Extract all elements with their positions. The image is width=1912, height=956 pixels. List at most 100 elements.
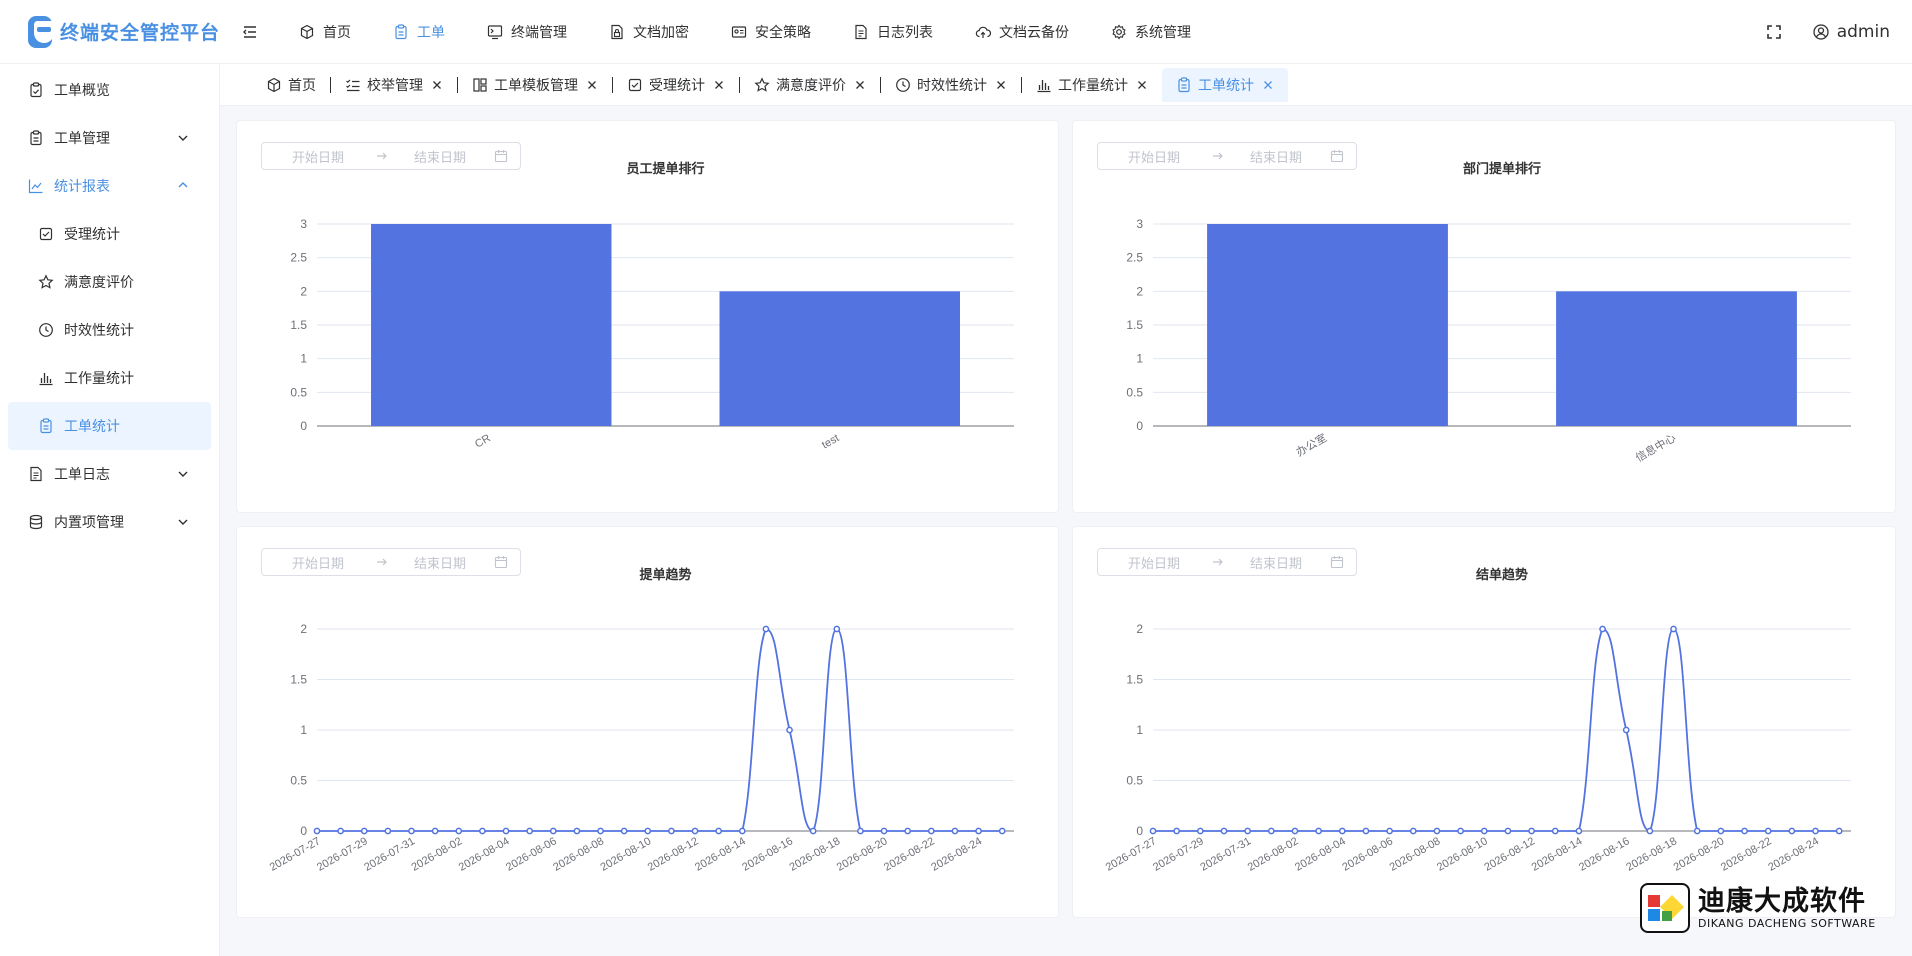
- data-point[interactable]: [1362, 827, 1370, 835]
- data-point[interactable]: [644, 827, 652, 835]
- chevron-down-icon[interactable]: [177, 516, 189, 528]
- topnav-item-3[interactable]: 文档加密: [588, 0, 710, 64]
- menu-collapse-button[interactable]: [230, 12, 270, 52]
- fullscreen-button[interactable]: [1766, 25, 1781, 39]
- chevron-up-icon[interactable]: [177, 180, 189, 192]
- data-point[interactable]: [479, 827, 486, 835]
- data-point[interactable]: [597, 827, 604, 835]
- chevron-down-icon[interactable]: [177, 132, 189, 144]
- close-tab-button[interactable]: [995, 79, 1007, 91]
- data-point[interactable]: [1575, 827, 1583, 835]
- data-point[interactable]: [1244, 827, 1251, 835]
- data-point[interactable]: [1291, 827, 1299, 835]
- bar[interactable]: [1556, 291, 1797, 426]
- data-point[interactable]: [1646, 827, 1654, 835]
- sidebar-item[interactable]: 工单统计: [8, 402, 211, 450]
- data-point[interactable]: [809, 827, 817, 835]
- data-point[interactable]: [1835, 827, 1843, 835]
- sidebar-item[interactable]: 工作量统计: [8, 354, 211, 402]
- data-point[interactable]: [738, 827, 746, 835]
- tab-0[interactable]: 首页: [252, 68, 330, 102]
- data-point[interactable]: [1551, 827, 1559, 835]
- topnav-item-5[interactable]: 日志列表: [832, 0, 954, 64]
- data-point[interactable]: [1504, 827, 1512, 835]
- data-point[interactable]: [337, 827, 344, 835]
- bar[interactable]: [371, 224, 612, 426]
- topnav-item-1[interactable]: 工单: [372, 0, 466, 64]
- bar[interactable]: [1207, 224, 1448, 426]
- close-tab-button[interactable]: [431, 79, 443, 91]
- data-point[interactable]: [1433, 827, 1441, 835]
- data-point[interactable]: [1599, 625, 1606, 633]
- data-point[interactable]: [384, 827, 392, 835]
- data-point[interactable]: [1338, 827, 1346, 835]
- tab-3[interactable]: 受理统计: [613, 68, 739, 102]
- data-point[interactable]: [573, 827, 581, 835]
- data-point[interactable]: [1670, 625, 1677, 633]
- data-point[interactable]: [408, 827, 415, 835]
- sidebar-item[interactable]: 工单日志: [8, 450, 211, 498]
- close-tab-button[interactable]: [1136, 79, 1148, 91]
- topnav-item-0[interactable]: 首页: [278, 0, 372, 64]
- data-point[interactable]: [313, 827, 321, 835]
- data-point[interactable]: [904, 827, 912, 835]
- sidebar-item[interactable]: 工单概览: [8, 66, 211, 114]
- data-point[interactable]: [833, 625, 841, 633]
- data-point[interactable]: [455, 827, 463, 835]
- sidebar-item[interactable]: 满意度评价: [8, 258, 211, 306]
- data-point[interactable]: [857, 827, 864, 835]
- data-point[interactable]: [431, 827, 439, 835]
- data-point[interactable]: [620, 827, 628, 835]
- data-point[interactable]: [927, 827, 935, 835]
- chevron-down-icon[interactable]: [177, 468, 189, 480]
- data-point[interactable]: [1812, 827, 1819, 835]
- tab-7[interactable]: 工单统计: [1162, 67, 1288, 102]
- app-logo[interactable]: 终端安全管控平台: [0, 15, 220, 48]
- data-point[interactable]: [1267, 827, 1275, 835]
- sidebar-item[interactable]: 内置项管理: [8, 498, 211, 546]
- data-point[interactable]: [951, 827, 959, 835]
- sidebar-item[interactable]: 工单管理: [8, 114, 211, 162]
- close-tab-button[interactable]: [854, 79, 866, 91]
- data-point[interactable]: [1622, 726, 1630, 734]
- tab-5[interactable]: 时效性统计: [881, 68, 1021, 102]
- data-point[interactable]: [1220, 827, 1228, 835]
- data-point[interactable]: [1386, 827, 1393, 835]
- data-point[interactable]: [1409, 827, 1417, 835]
- tab-4[interactable]: 满意度评价: [740, 68, 880, 102]
- data-point[interactable]: [1457, 827, 1464, 835]
- bar[interactable]: [719, 291, 960, 426]
- data-point[interactable]: [549, 827, 557, 835]
- data-point[interactable]: [668, 827, 675, 835]
- data-point[interactable]: [786, 726, 793, 734]
- data-point[interactable]: [1480, 827, 1488, 835]
- data-point[interactable]: [715, 827, 723, 835]
- topnav-item-4[interactable]: 安全策略: [710, 0, 832, 64]
- close-tab-button[interactable]: [1262, 79, 1274, 91]
- tab-2[interactable]: 工单模板管理: [458, 68, 612, 102]
- close-tab-button[interactable]: [586, 79, 598, 91]
- sidebar-item[interactable]: 统计报表: [8, 162, 211, 210]
- sidebar-item[interactable]: 时效性统计: [8, 306, 211, 354]
- data-point[interactable]: [998, 827, 1006, 835]
- data-point[interactable]: [1741, 827, 1748, 835]
- data-point[interactable]: [1764, 827, 1772, 835]
- data-point[interactable]: [1717, 827, 1725, 835]
- data-point[interactable]: [1693, 827, 1701, 835]
- data-point[interactable]: [502, 827, 510, 835]
- data-point[interactable]: [880, 827, 888, 835]
- data-point[interactable]: [526, 827, 533, 835]
- data-point[interactable]: [1528, 827, 1535, 835]
- data-point[interactable]: [975, 827, 982, 835]
- close-tab-button[interactable]: [713, 79, 725, 91]
- data-point[interactable]: [691, 827, 699, 835]
- topnav-item-6[interactable]: 文档云备份: [954, 0, 1090, 64]
- data-point[interactable]: [1149, 827, 1157, 835]
- topnav-item-7[interactable]: 系统管理: [1090, 0, 1212, 64]
- data-point[interactable]: [1173, 827, 1181, 835]
- data-point[interactable]: [1196, 827, 1204, 835]
- data-point[interactable]: [762, 625, 770, 633]
- tab-6[interactable]: 工作量统计: [1022, 68, 1162, 102]
- data-point[interactable]: [1788, 827, 1796, 835]
- user-menu[interactable]: admin: [1813, 22, 1890, 42]
